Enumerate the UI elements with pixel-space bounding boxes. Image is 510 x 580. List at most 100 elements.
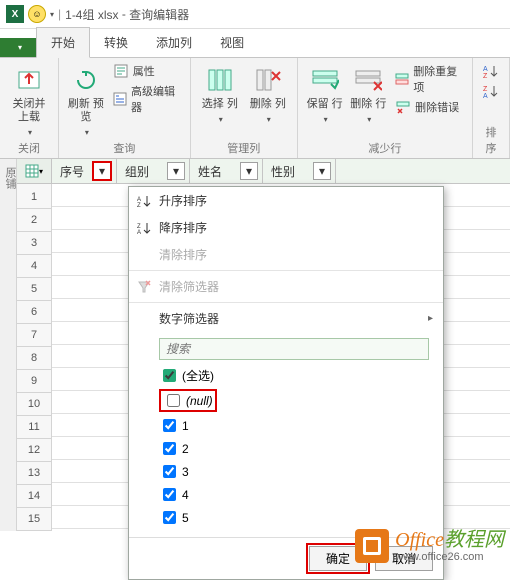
group-query: 刷新 预览 属性 高级编辑器 查询 xyxy=(59,58,191,158)
refresh-button[interactable]: 刷新 预览 xyxy=(67,62,105,138)
sort-asc-item[interactable]: AZ 升序排序 xyxy=(129,187,443,214)
number-filters-item[interactable]: 数字筛选器 xyxy=(129,305,443,332)
sort-asc-label: 升序排序 xyxy=(159,192,207,209)
row-header[interactable]: 15 xyxy=(17,508,51,531)
clear-sort-item: 清除排序 xyxy=(129,241,443,268)
svg-text:Z: Z xyxy=(483,73,488,78)
title-bar: X ☺ ▾ | 1-4组 xlsx - 查询编辑器 xyxy=(0,0,510,29)
check-item[interactable]: 2 xyxy=(159,437,429,460)
row-header[interactable]: 13 xyxy=(17,462,51,485)
group-sort: AZ ZA 排序 xyxy=(473,58,510,158)
remove-err-label: 删除错误 xyxy=(415,99,459,115)
checkbox[interactable] xyxy=(163,488,176,501)
group-reduce-rows: 保留 行 删除 行 删除重复项 删除错误 减少行 xyxy=(298,58,473,158)
number-filters-label: 数字筛选器 xyxy=(159,310,219,327)
remove-dup-button[interactable]: 删除重复项 xyxy=(393,62,464,96)
filter-menu: AZ 升序排序 ZA 降序排序 清除排序 清除筛选器 数字筛选器 (全选) (n… xyxy=(128,186,444,580)
row-header[interactable]: 11 xyxy=(17,416,51,439)
check-item[interactable]: 4 xyxy=(159,483,429,506)
close-upload-label: 关闭并 上载 xyxy=(8,98,50,124)
corner-cell[interactable]: ▾ xyxy=(17,159,52,184)
advanced-editor-label: 高级编辑器 xyxy=(131,83,180,115)
row-header[interactable]: 5 xyxy=(17,278,51,301)
separator: | xyxy=(58,7,61,21)
tab-home[interactable]: 开始 xyxy=(36,27,90,58)
file-tab[interactable] xyxy=(0,38,36,57)
row-header[interactable]: 8 xyxy=(17,347,51,370)
watermark-url: www.office26.com xyxy=(395,551,504,563)
svg-text:A: A xyxy=(137,230,141,235)
row-header[interactable]: 4 xyxy=(17,255,51,278)
remove-cols-button[interactable]: 删除 列 xyxy=(247,62,289,125)
watermark: Office教程网 www.office26.com xyxy=(355,529,504,563)
tab-transform[interactable]: 转换 xyxy=(90,28,142,57)
col-header-group[interactable]: 组别▾ xyxy=(117,159,190,183)
sort-asc-button[interactable]: AZ xyxy=(481,62,501,80)
checkbox[interactable] xyxy=(163,442,176,455)
sort-asc-icon: AZ xyxy=(483,63,499,79)
row-header[interactable]: 10 xyxy=(17,393,51,416)
row-header[interactable]: 14 xyxy=(17,485,51,508)
smiley-icon: ☺ xyxy=(28,5,46,23)
row-header[interactable]: 9 xyxy=(17,370,51,393)
filter-dropdown-group[interactable]: ▾ xyxy=(167,162,185,180)
chevron-down-icon xyxy=(26,124,32,138)
row-header[interactable]: 1 xyxy=(17,186,51,209)
remove-cols-label: 删除 列 xyxy=(250,98,286,111)
title-dash: - xyxy=(119,7,130,21)
col-header-name[interactable]: 姓名▾ xyxy=(190,159,263,183)
check-item[interactable]: 5 xyxy=(159,506,429,529)
filter-dropdown-seq[interactable]: ▾ xyxy=(92,161,112,181)
keep-rows-icon xyxy=(309,64,341,96)
checkbox-null[interactable] xyxy=(167,394,180,407)
group-sort-label: 排序 xyxy=(481,122,501,156)
checkbox[interactable] xyxy=(163,419,176,432)
row-header[interactable]: 6 xyxy=(17,301,51,324)
tab-add-column[interactable]: 添加列 xyxy=(142,28,206,57)
tab-view[interactable]: 视图 xyxy=(206,28,258,57)
row-header[interactable]: 7 xyxy=(17,324,51,347)
sort-asc-icon: AZ xyxy=(137,194,151,208)
checkbox-select-all[interactable] xyxy=(163,369,176,382)
choose-cols-label: 选择 列 xyxy=(202,98,238,111)
group-reduce-rows-label: 减少行 xyxy=(306,138,464,156)
filter-dropdown-gender[interactable]: ▾ xyxy=(313,162,331,180)
svg-text:A: A xyxy=(483,66,488,73)
remove-err-button[interactable]: 删除错误 xyxy=(393,98,464,116)
sort-desc-item[interactable]: ZA 降序排序 xyxy=(129,214,443,241)
check-select-all[interactable]: (全选) xyxy=(159,364,429,387)
chevron-down-icon xyxy=(83,124,89,138)
properties-button[interactable]: 属性 xyxy=(111,62,182,80)
check-item[interactable]: 1 xyxy=(159,414,429,437)
sort-desc-button[interactable]: ZA xyxy=(481,82,501,100)
properties-label: 属性 xyxy=(133,63,155,79)
remove-rows-button[interactable]: 删除 行 xyxy=(349,62,387,125)
close-upload-icon xyxy=(13,64,45,96)
remove-rows-icon xyxy=(352,64,384,96)
close-upload-button[interactable]: 关闭并 上载 xyxy=(8,62,50,138)
filter-dropdown-name[interactable]: ▾ xyxy=(240,162,258,180)
sort-desc-icon: ZA xyxy=(483,83,499,99)
qa-dropdown-icon[interactable]: ▾ xyxy=(50,10,54,19)
row-header[interactable]: 3 xyxy=(17,232,51,255)
col-header-seq[interactable]: 序号▾ xyxy=(52,159,117,183)
watermark-icon xyxy=(355,529,389,563)
search-input[interactable] xyxy=(159,338,429,360)
advanced-editor-button[interactable]: 高级编辑器 xyxy=(111,82,182,116)
choose-cols-button[interactable]: 选择 列 xyxy=(199,62,241,125)
chevron-down-icon xyxy=(322,111,328,125)
checkbox[interactable] xyxy=(163,465,176,478)
keep-rows-label: 保留 行 xyxy=(307,98,343,111)
remove-err-icon xyxy=(395,99,411,115)
keep-rows-button[interactable]: 保留 行 xyxy=(306,62,344,125)
excel-icon: X xyxy=(6,5,24,23)
row-header[interactable]: 12 xyxy=(17,439,51,462)
col-header-gender[interactable]: 性别▾ xyxy=(263,159,336,183)
check-item[interactable]: 3 xyxy=(159,460,429,483)
clear-filter-icon xyxy=(137,280,151,294)
check-null[interactable]: (null) xyxy=(159,387,429,414)
row-header[interactable]: 2 xyxy=(17,209,51,232)
refresh-icon xyxy=(70,64,102,96)
sort-desc-label: 降序排序 xyxy=(159,219,207,236)
checkbox[interactable] xyxy=(163,511,176,524)
